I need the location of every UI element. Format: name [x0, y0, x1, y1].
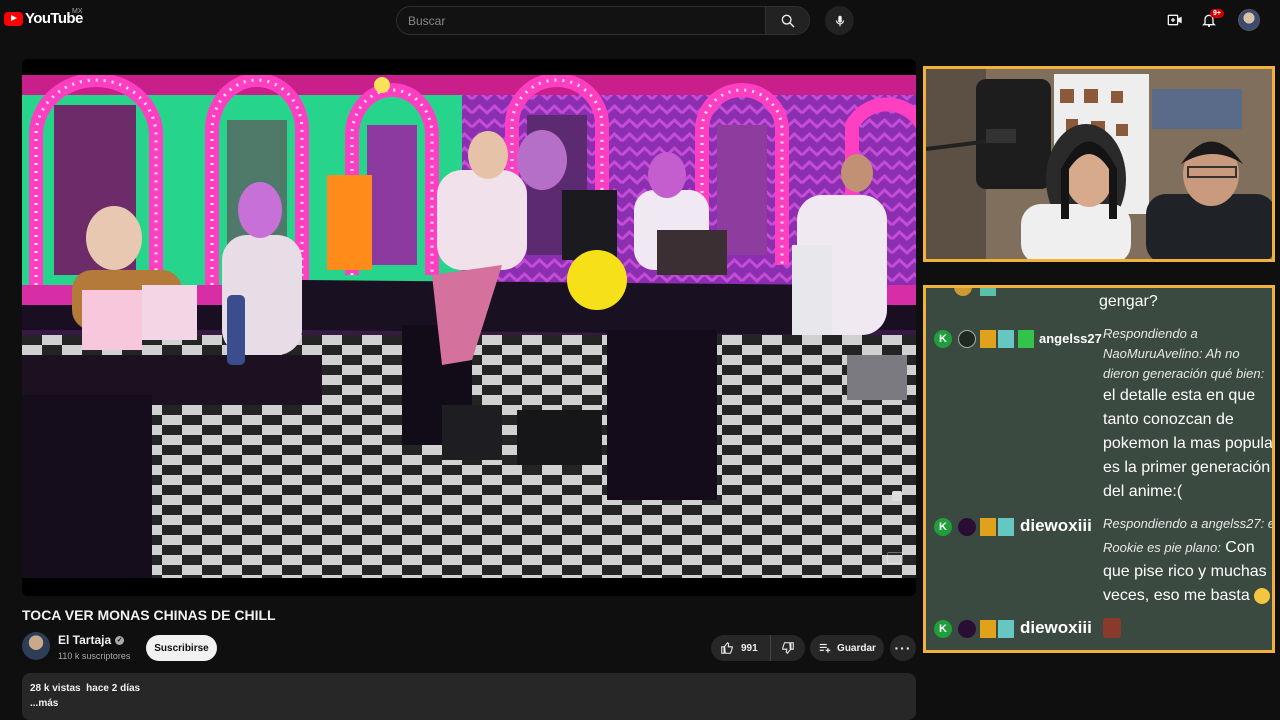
smile-emoji-icon — [1254, 587, 1271, 604]
video-player[interactable] — [22, 59, 916, 596]
dislike-button[interactable] — [771, 635, 805, 661]
more-icon: ··· — [894, 640, 912, 656]
youtube-logo-icon — [4, 11, 23, 26]
crown-badge-icon — [980, 518, 996, 536]
sub-badge-icon — [998, 518, 1014, 536]
verified-icon: ✓ — [115, 635, 125, 645]
chat-message-text: el detalle esta en que tanto conozcan de… — [1103, 387, 1275, 500]
chat-overlay: gengar? K angelss27 Respondiendo a NaoMu… — [923, 285, 1275, 653]
description-box[interactable]: 28 k vistas hace 2 días ...más — [22, 673, 916, 720]
chat-message-text: gengar? — [1099, 293, 1158, 310]
user-icon — [958, 330, 976, 348]
chat-message: K angelss27 Respondiendo a NaoMuruAvelin… — [930, 326, 1272, 508]
upload-age: hace 2 días — [86, 683, 141, 694]
chat-reply-prefix: Respondiendo a NaoMuruAvelino: Ah no die… — [1103, 326, 1265, 381]
chat-badge-icon — [954, 288, 972, 296]
chat-username[interactable]: angelss27 — [1039, 331, 1102, 346]
youtube-logo[interactable]: YouTube MX — [4, 8, 83, 27]
create-button[interactable] — [1165, 10, 1185, 30]
crown-badge-icon — [980, 620, 996, 638]
description-more[interactable]: ...más — [30, 698, 908, 709]
chat-message: K diewoxiii Respondiendo a angelss27: el… — [930, 516, 1272, 616]
emote-icon — [1103, 618, 1121, 638]
crown-badge-icon — [980, 330, 996, 348]
gift-badge-icon — [1018, 330, 1034, 348]
subscriber-count: 110 k suscriptores — [58, 651, 131, 661]
video-title: TOCA VER MONAS CHINAS DE CHILL — [22, 607, 276, 623]
sub-badge-icon — [998, 330, 1014, 348]
sub-badge-icon — [998, 620, 1014, 638]
search-input[interactable] — [397, 7, 765, 34]
search-icon — [781, 14, 794, 27]
search-button[interactable] — [765, 7, 809, 34]
search-box — [396, 6, 810, 35]
user-icon — [958, 518, 976, 536]
create-video-icon — [1167, 14, 1182, 26]
thumbs-down-icon — [782, 642, 794, 655]
thumbs-up-icon — [721, 641, 733, 654]
channel-name-row[interactable]: El Tartaja ✓ — [58, 633, 125, 647]
chat-badge-icon — [980, 288, 996, 296]
channel-avatar[interactable] — [22, 632, 50, 660]
chat-message: K diewoxiii — [930, 618, 1272, 648]
chat-badge-icon: K — [934, 330, 952, 348]
chat-username[interactable]: diewoxiii — [1020, 618, 1092, 638]
more-actions-button[interactable]: ··· — [890, 635, 916, 661]
chat-message-body: Respondiendo a NaoMuruAvelino: Ah no die… — [1103, 324, 1275, 504]
voice-search-button[interactable] — [825, 6, 854, 35]
top-bar: YouTube MX 9+ — [0, 0, 1280, 40]
video-frame — [22, 75, 916, 578]
notification-badge: 9+ — [1210, 9, 1224, 18]
save-button[interactable]: Guardar — [810, 635, 884, 661]
video-scene-image — [22, 75, 916, 578]
mic-icon — [835, 15, 844, 26]
chat-message-body: Respondiendo a angelss27: el Rookie es p… — [1103, 512, 1272, 608]
webcam-overlay — [923, 66, 1275, 262]
like-count: 991 — [741, 642, 758, 654]
country-code: MX — [72, 8, 83, 15]
chat-badge-icon: K — [934, 518, 952, 536]
view-count: 28 k vistas — [30, 683, 81, 694]
description-meta: 28 k vistas hace 2 días — [30, 683, 908, 694]
playlist-add-icon — [819, 643, 831, 653]
like-button[interactable]: 991 — [711, 635, 771, 661]
chat-badge-icon: K — [934, 620, 952, 638]
save-label: Guardar — [837, 642, 876, 654]
like-dislike-group: 991 — [711, 635, 805, 661]
chat-username[interactable]: diewoxiii — [1020, 516, 1092, 536]
webcam-scene-image — [926, 69, 1272, 259]
channel-watermark[interactable] — [887, 552, 903, 564]
account-avatar[interactable] — [1238, 9, 1260, 31]
player-overlay-badge — [892, 491, 902, 501]
user-icon — [958, 620, 976, 638]
channel-name[interactable]: El Tartaja — [58, 633, 111, 647]
chat-message-partial: gengar? — [926, 288, 1272, 314]
subscribe-button[interactable]: Suscribirse — [146, 635, 217, 661]
